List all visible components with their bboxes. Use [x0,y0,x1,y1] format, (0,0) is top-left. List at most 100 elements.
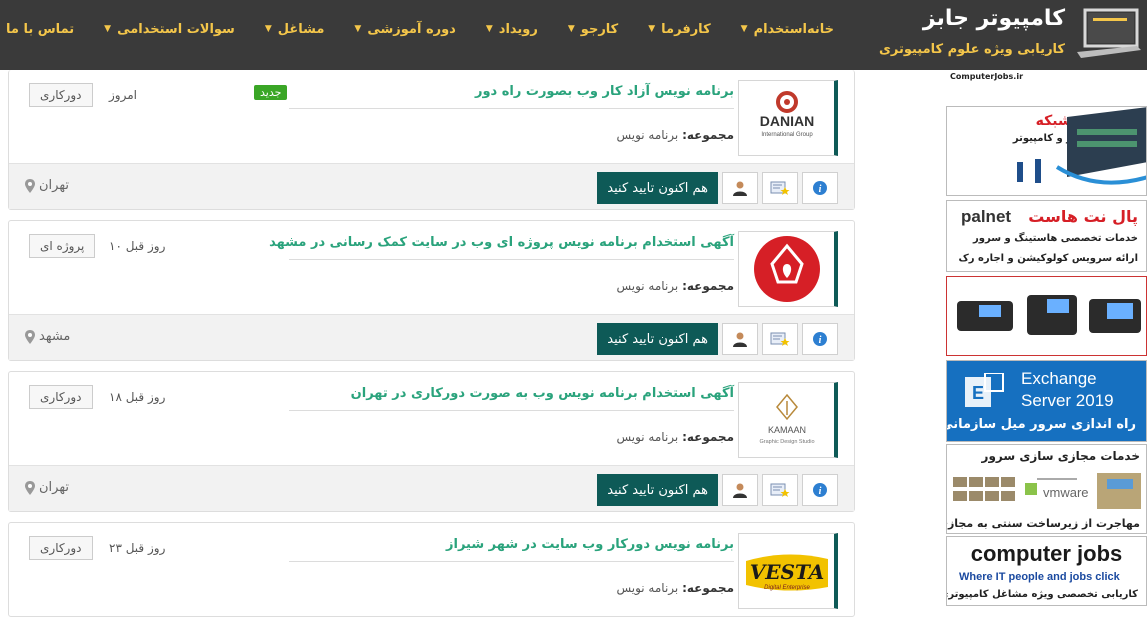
employer-profile-button[interactable] [722,474,758,506]
card-actions: i هم اکنون تایید کنید [593,172,838,204]
bookmark-button[interactable] [762,172,798,204]
nav-jobseeker[interactable]: کارجو ▼ [568,22,618,37]
job-card: KAMAAN Graphic Design Studio آگهی استخدا… [8,371,855,512]
category-value: برنامه نویس [616,581,679,595]
nav-interview-questions[interactable]: سوالات استخدامی ▼ [104,22,235,37]
apply-button[interactable]: هم اکنون تایید کنید [597,474,718,506]
location-label: تهران [39,480,69,495]
divider [289,410,734,411]
network-support-ad[interactable]: پشتیبانی شبکه نگهداری سرور و کامپیوتر [946,106,1147,196]
job-title-link[interactable]: برنامه نویس دورکار وب سایت در شهر شیراز [446,537,734,552]
nav-label: استخدام [753,21,807,37]
chevron-down-icon: ▼ [648,24,656,34]
job-type-tag: دورکاری [29,83,93,107]
map-pin-icon [25,480,35,495]
server-rack-icon [1017,107,1146,185]
job-title-link[interactable]: برنامه نویس آزاد کار وب بصورت راه دور [475,84,734,99]
ad-title: پال نت هاست [1028,207,1138,226]
info-icon: i [813,332,827,346]
voip-phones-ad[interactable] [946,276,1147,356]
chevron-down-icon: ▼ [485,24,493,34]
ad-subtitle: راه اندازی سرور میل سازمانی [946,417,1136,432]
palnet-host-ad[interactable]: palnet پال نت هاست خدمات تخصصی هاستینگ و… [946,200,1147,272]
top-navigation-bar: خانه استخدام ▼ کارفرما ▼ کارجو ▼ رویداد ▼ دو… [0,0,1147,70]
ad-line: ارائه سرویس کولوکیشن و اجاره رک [958,253,1138,264]
location-label: تهران [39,178,69,193]
chevron-down-icon: ▼ [354,24,362,34]
post-date: ۱۸ روز قبل [109,390,166,404]
info-button[interactable]: i [802,323,838,355]
nav-courses[interactable]: دوره آموزشی ▼ [354,22,455,37]
job-category: مجموعه: برنامه نویس [616,581,734,595]
bookmark-button[interactable] [762,323,798,355]
category-label: مجموعه: [682,430,734,444]
nav-employment[interactable]: استخدام ▼ [741,22,807,37]
apply-button[interactable]: هم اکنون تایید کنید [597,323,718,355]
nav-label: تماس با ما [6,21,75,37]
job-listings: DANIAN International Group برنامه نویس آ… [8,70,855,627]
map-pin-icon [25,178,35,193]
red-hand-logo [753,236,820,302]
job-title-link[interactable]: آگهی استخدام برنامه نویس وب به صورت دورک… [351,386,734,401]
nav-home[interactable]: خانه [807,22,834,37]
logo-banner-caption: ComputerJobs.ir [946,70,1147,88]
caption-text: ComputerJobs.ir [950,72,1024,81]
company-logo[interactable]: VESTA Digital Enterprise [738,533,838,609]
ad-line: Server 2019 [1021,391,1114,410]
nav-label: رویداد [498,21,538,37]
job-location: تهران [25,178,69,193]
laptop-icon [1077,8,1141,58]
nav-label: سوالات استخدامی [117,21,235,37]
info-button[interactable]: i [802,172,838,204]
bookmark-button[interactable] [762,474,798,506]
site-logo[interactable]: کامپیوتر جابز کاریابی ویژه علوم کامپیوتر… [879,0,1147,70]
post-date: ۱۰ روز قبل [109,239,166,253]
logo-subtext: Digital Enterprise [764,585,810,591]
job-category: مجموعه: برنامه نویس [616,430,734,444]
job-card: آگهی استخدام برنامه نویس پروژه ای وب در … [8,220,855,361]
kamaan-logo: KAMAAN Graphic Design Studio [759,393,814,445]
nav-contact[interactable]: تماس با ما▼ [0,22,74,37]
logo-subtitle: کاریابی ویژه علوم کامپیوتری [878,42,1065,57]
nav-label: کارجو [580,21,619,37]
job-type-tag: دورکاری [29,385,93,409]
note-star-icon [770,181,790,195]
company-logo[interactable]: KAMAAN Graphic Design Studio [738,382,838,458]
svg-text:i: i [819,335,822,346]
divider [289,259,734,260]
ads-sidebar: ComputerJobs.ir پشتیبانی شبکه نگهداری سر… [946,70,1147,606]
ad-line: خدمات تخصصی هاستینگ و سرور [973,233,1138,244]
card-actions: i هم اکنون تایید کنید [593,474,838,506]
job-title-link[interactable]: آگهی استخدام برنامه نویس پروژه ای وب در … [269,235,734,250]
ip-phone-icon [957,295,1141,335]
chevron-down-icon: ▼ [264,24,272,34]
company-logo[interactable]: DANIAN International Group [738,80,838,156]
map-pin-icon [25,329,35,344]
exchange-server-ad[interactable]: E Exchange Server 2019 راه اندازی سرور م… [946,360,1147,442]
exchange-icon: E [965,373,1004,407]
ad-line: Where IT people and jobs click [959,571,1120,583]
nav-label: دوره آموزشی [367,21,456,37]
job-category: مجموعه: برنامه نویس [616,128,734,142]
logo-subtext: International Group [761,132,813,138]
virtualization-ad[interactable]: خدمات مجازی سازی سرور vmware مهاجرت از ز… [946,444,1147,534]
info-button[interactable]: i [802,474,838,506]
employer-profile-button[interactable] [722,172,758,204]
computer-jobs-ad[interactable]: computer jobs Where IT people and jobs c… [946,536,1147,606]
job-category: مجموعه: برنامه نویس [616,279,734,293]
logo-title: کامپیوتر جابز [922,6,1065,31]
nav-employer[interactable]: کارفرما ▼ [648,22,710,37]
nav-jobs[interactable]: مشاغل ▼ [265,22,325,37]
company-logo[interactable] [738,231,838,307]
logo-text: DANIAN [759,113,813,129]
category-label: مجموعه: [682,279,734,293]
job-card: DANIAN International Group برنامه نویس آ… [8,70,855,210]
nav-events[interactable]: رویداد ▼ [486,22,538,37]
chevron-down-icon: ▼ [740,24,748,34]
user-icon [733,483,747,498]
employer-profile-button[interactable] [722,323,758,355]
category-value: برنامه نویس [616,128,679,142]
main-menu: خانه استخدام ▼ کارفرما ▼ کارجو ▼ رویداد ▼ دو… [0,0,834,58]
divider [289,108,734,109]
apply-button[interactable]: هم اکنون تایید کنید [597,172,718,204]
